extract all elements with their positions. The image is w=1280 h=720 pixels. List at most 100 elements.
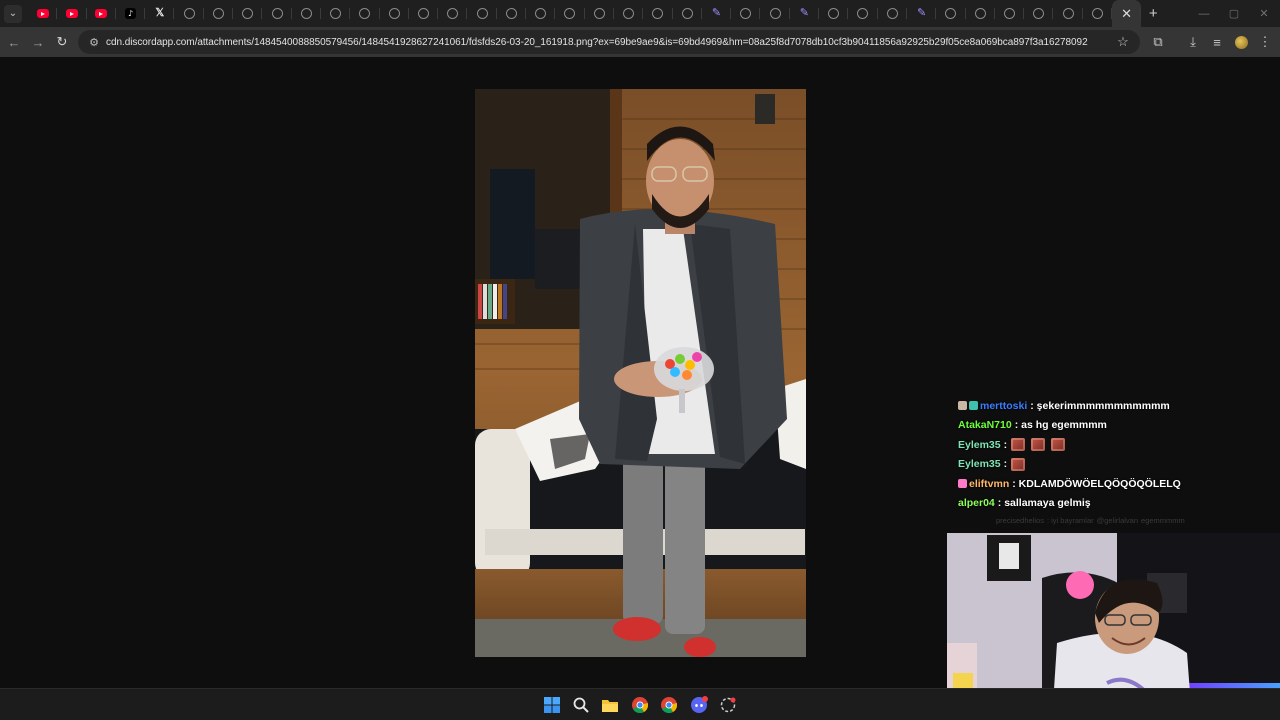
new-tab-button[interactable]: + (1141, 0, 1165, 27)
chat-text: : (1003, 438, 1008, 451)
chat-username[interactable]: merttoski (980, 400, 1027, 412)
browser-tab[interactable] (409, 0, 439, 27)
browser-tab[interactable] (966, 0, 996, 27)
globe-icon (828, 8, 840, 19)
browser-tab[interactable] (87, 0, 117, 27)
chat-emote-icon (1011, 457, 1026, 471)
chat-username[interactable]: Eylem35 (958, 458, 1001, 470)
globe-icon (974, 8, 986, 19)
browser-tab[interactable] (57, 0, 87, 27)
maximize-icon[interactable]: ▢ (1218, 0, 1250, 27)
globe-icon (242, 8, 254, 19)
youtube-icon (36, 9, 49, 18)
browser-tab[interactable] (1053, 0, 1083, 27)
window-close-icon[interactable]: ✕ (1248, 0, 1280, 27)
menu-dots-icon[interactable]: ⋮ (1253, 30, 1277, 54)
tab-search-chevron-icon[interactable]: ⌄ (4, 4, 22, 23)
browser-tab[interactable] (614, 0, 644, 27)
globe-icon (535, 8, 547, 19)
chrome-icon[interactable] (629, 694, 651, 716)
discord-icon[interactable] (688, 694, 710, 716)
browser-tab[interactable] (878, 0, 908, 27)
globe-icon (1033, 8, 1045, 19)
browser-tab[interactable] (321, 0, 351, 27)
chat-message: AtakaN710: as hg egemmmm (958, 416, 1258, 436)
browser-tab[interactable] (467, 0, 498, 27)
active-tab[interactable]: ✕ (1111, 0, 1142, 27)
media-controls-icon[interactable]: ≡ (1205, 30, 1229, 54)
windows-start-icon[interactable] (541, 694, 563, 716)
browser-tab[interactable]: ♪ (116, 0, 146, 27)
browser-tab[interactable] (760, 0, 791, 27)
browser-tab[interactable] (204, 0, 234, 27)
browser-tab[interactable] (1083, 0, 1113, 27)
file-explorer-icon[interactable] (599, 694, 621, 716)
globe-icon (300, 8, 312, 19)
browser-tab[interactable] (497, 0, 527, 27)
globe-icon (593, 8, 605, 19)
x-icon: 𝕏 (155, 7, 165, 19)
close-tab-icon[interactable]: ✕ (1121, 6, 1132, 22)
browser-tab[interactable] (350, 0, 380, 27)
browser-tab[interactable] (438, 0, 468, 27)
browser-tab[interactable] (380, 0, 410, 27)
browser-tab[interactable]: ✎ (702, 0, 732, 27)
minimize-icon[interactable]: — (1188, 0, 1220, 27)
globe-icon (476, 8, 488, 19)
app-status-icon[interactable] (717, 694, 739, 716)
address-bar[interactable]: ⚙ cdn.discordapp.com/attachments/1484540… (78, 30, 1140, 54)
bookmark-star-icon[interactable]: ☆ (1112, 34, 1134, 50)
chat-username[interactable]: eliftvmn (969, 478, 1009, 490)
chat-text: : sallamaya gelmiş (997, 497, 1091, 510)
chat-text: : şekerimmmmmmmmmmm (1030, 399, 1170, 412)
back-icon[interactable]: ← (2, 30, 26, 54)
globe-icon (623, 8, 635, 19)
chat-text: : (1003, 458, 1008, 471)
browser-tab[interactable]: ✎ (790, 0, 820, 27)
browser-tab[interactable] (262, 0, 292, 27)
globe-icon (740, 8, 752, 19)
faded-user-b: @gelirlalvan (1096, 515, 1139, 525)
youtube-icon (95, 9, 108, 18)
browser-tab[interactable] (731, 0, 761, 27)
profile-avatar[interactable] (1229, 30, 1253, 54)
chat-username[interactable]: alper04 (958, 497, 995, 509)
tiktok-icon: ♪ (125, 8, 137, 19)
chat-emote-icon (1031, 438, 1046, 452)
browser-tab[interactable] (936, 0, 966, 27)
browser-tab[interactable] (848, 0, 878, 27)
browser-tab[interactable] (995, 0, 1025, 27)
search-icon[interactable] (570, 694, 592, 716)
browser-tab[interactable] (28, 0, 58, 27)
browser-tab[interactable] (819, 0, 849, 27)
browser-tab[interactable] (1024, 0, 1054, 27)
chat-badge-icon (958, 401, 967, 411)
viewed-image[interactable] (475, 89, 806, 657)
chat-message: Eylem35: (958, 435, 1258, 455)
browser-tab[interactable]: 𝕏 (145, 0, 175, 27)
globe-icon (1062, 8, 1074, 19)
chrome-profile-icon[interactable] (658, 694, 680, 716)
chat-emote-icon (1011, 438, 1026, 452)
browser-tab[interactable] (555, 0, 585, 27)
browser-tab[interactable] (174, 0, 205, 27)
globe-icon (183, 8, 195, 19)
globe-icon (886, 8, 898, 19)
url-text[interactable]: cdn.discordapp.com/attachments/148454008… (106, 37, 1112, 48)
browser-tab[interactable] (233, 0, 263, 27)
browser-tab[interactable] (643, 0, 673, 27)
faded-text-b: egemmmmm (1141, 515, 1185, 525)
site-info-icon[interactable]: ⚙ (84, 36, 104, 49)
browser-tab[interactable] (526, 0, 556, 27)
chat-username[interactable]: AtakaN710 (958, 419, 1012, 431)
chat-username[interactable]: Eylem35 (958, 439, 1001, 451)
reload-icon[interactable]: ↻ (50, 30, 74, 54)
download-icon[interactable]: ⤓ (1181, 30, 1205, 54)
browser-tab[interactable] (673, 0, 703, 27)
browser-tab[interactable] (585, 0, 615, 27)
browser-toolbar: ← → ↻ ⚙ cdn.discordapp.com/attachments/1… (0, 27, 1280, 57)
browser-tab[interactable] (292, 0, 322, 27)
browser-tab[interactable]: ✎ (907, 0, 937, 27)
forward-icon[interactable]: → (26, 30, 50, 54)
extensions-icon[interactable]: ⧉ (1146, 30, 1170, 54)
